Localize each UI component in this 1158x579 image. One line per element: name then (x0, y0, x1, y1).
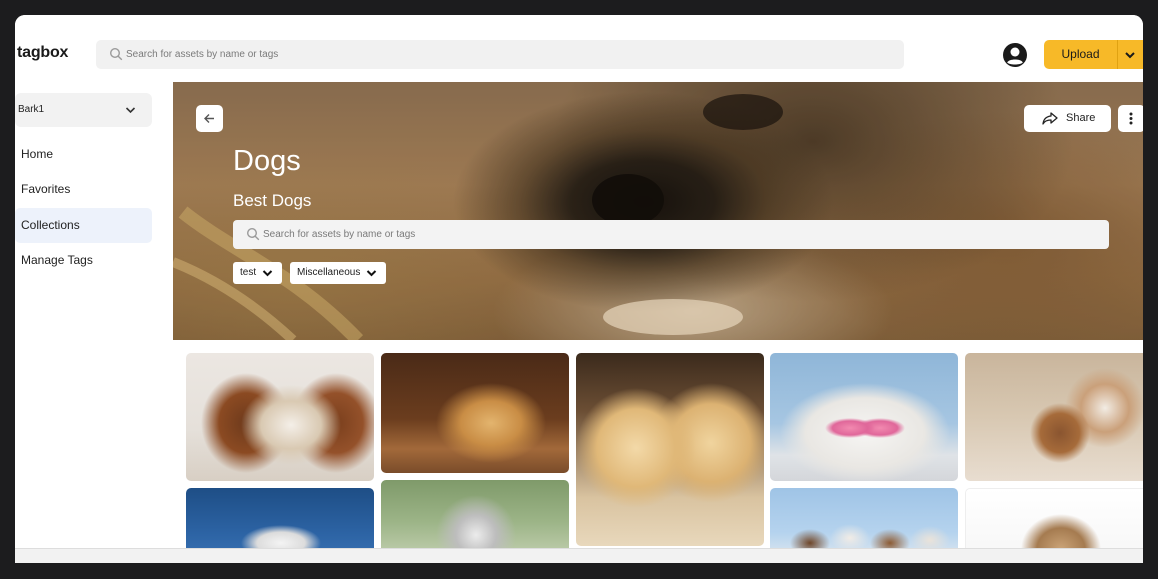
user-avatar-icon[interactable] (1002, 42, 1028, 68)
more-vertical-icon (1129, 112, 1133, 125)
filter-label: Miscellaneous (297, 267, 361, 278)
more-options-button[interactable] (1118, 105, 1143, 132)
sidebar-item-manage-tags[interactable]: Manage Tags (15, 243, 152, 278)
upload-label: Upload (1061, 47, 1100, 61)
upload-button[interactable]: Upload (1044, 40, 1143, 69)
search-icon (246, 227, 260, 241)
share-button[interactable]: Share (1024, 105, 1111, 132)
filter-label: test (240, 267, 257, 278)
logo[interactable]: tagbox (17, 44, 68, 62)
upload-separator (1117, 40, 1118, 69)
collection-banner: Share Dogs Best Dogs test Miscellaneous (173, 82, 1143, 340)
filter-miscellaneous-dropdown[interactable]: Miscellaneous (290, 262, 386, 284)
global-search-input[interactable] (126, 40, 886, 69)
collection-search[interactable] (233, 220, 1109, 249)
sidebar-item-favorites[interactable]: Favorites (15, 172, 152, 207)
chevron-down-icon (125, 107, 136, 114)
search-icon (109, 47, 123, 61)
collection-search-input[interactable] (263, 220, 1093, 249)
asset-thumbnail[interactable] (186, 353, 374, 481)
workspace-select[interactable]: Bark1 (15, 93, 152, 127)
sidebar-item-collections[interactable]: Collections (15, 208, 152, 243)
global-search[interactable] (96, 40, 904, 69)
asset-thumbnail[interactable] (770, 353, 958, 481)
banner-photo (173, 94, 783, 340)
chevron-down-icon (366, 270, 377, 277)
asset-thumbnail[interactable] (965, 353, 1143, 481)
share-icon (1042, 112, 1058, 125)
app-window: tagbox Upload Bark1 Home Favorites Colle… (15, 15, 1143, 563)
workspace-name: Bark1 (18, 104, 45, 115)
asset-thumbnail[interactable] (381, 353, 569, 473)
top-bar: tagbox Upload (15, 15, 1143, 82)
back-button[interactable] (196, 105, 223, 132)
asset-grid (173, 340, 1143, 563)
sidebar: Bark1 Home Favorites Collections Manage … (15, 82, 173, 563)
collection-title: Dogs (233, 145, 301, 177)
asset-thumbnail[interactable] (576, 353, 764, 546)
filter-test-dropdown[interactable]: test (233, 262, 282, 284)
sidebar-item-home[interactable]: Home (15, 137, 152, 172)
status-bar (15, 548, 1143, 563)
share-label: Share (1066, 112, 1096, 124)
chevron-down-icon (262, 270, 273, 277)
collection-subtitle: Best Dogs (233, 191, 312, 210)
arrow-left-icon (204, 114, 214, 123)
chevron-down-icon[interactable] (1124, 50, 1136, 60)
